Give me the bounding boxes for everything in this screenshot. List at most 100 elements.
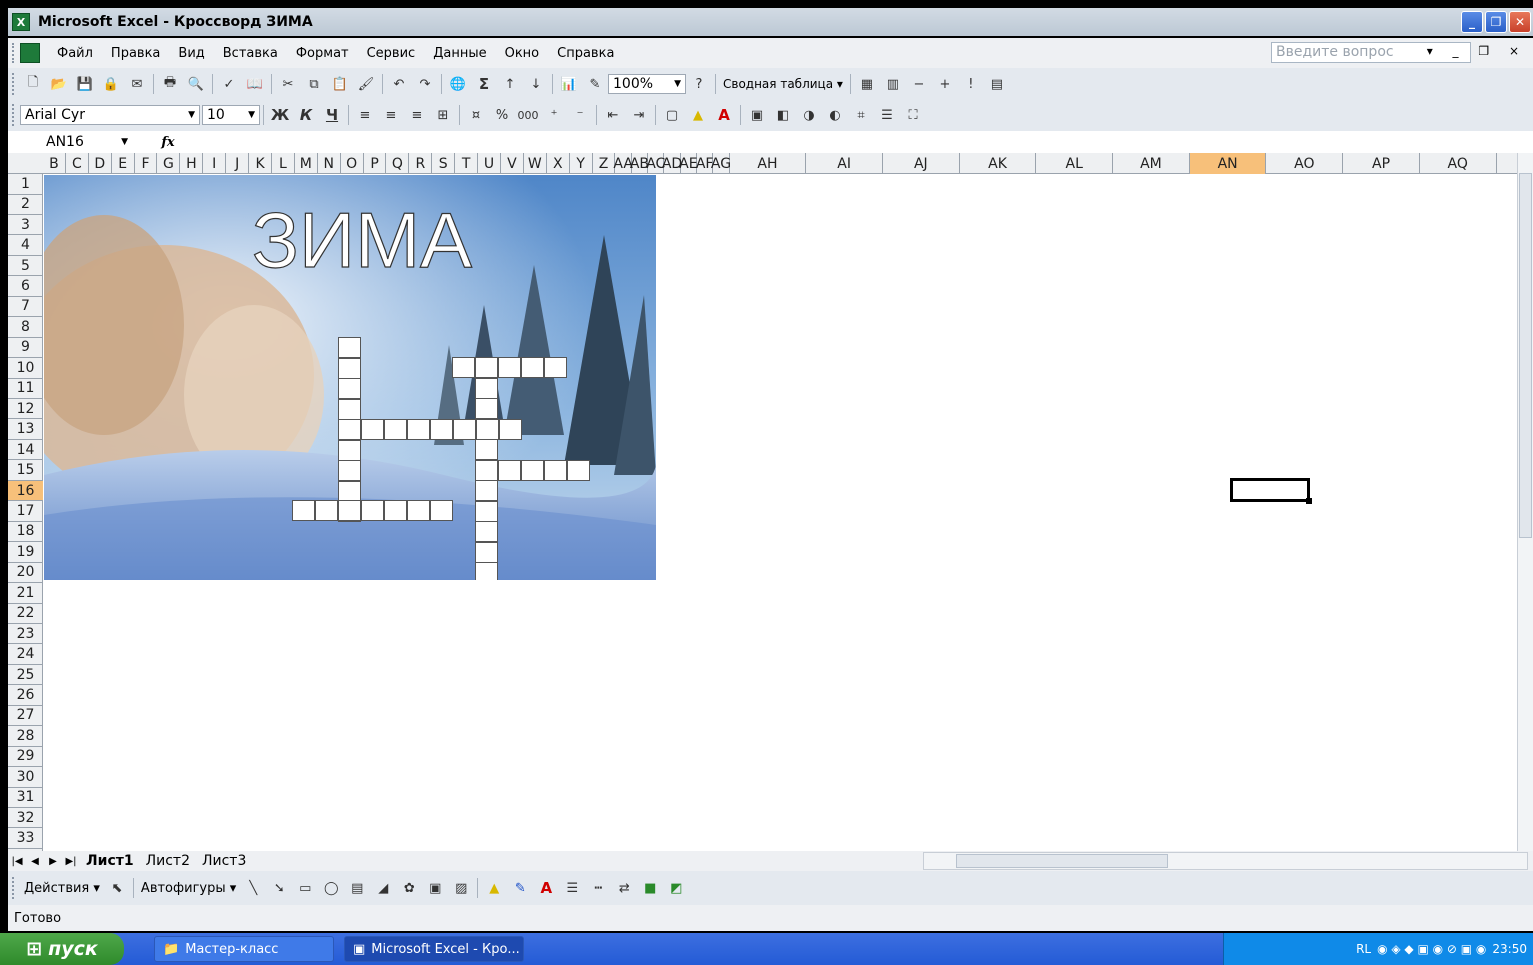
row-header-26[interactable]: 26 xyxy=(8,685,43,706)
hyperlink-icon[interactable]: 🌐 xyxy=(448,74,468,94)
shadow-icon[interactable]: ■ xyxy=(640,878,660,898)
less-contrast-icon[interactable]: ◐ xyxy=(825,105,845,125)
workbook-icon[interactable] xyxy=(20,43,40,63)
row-header-29[interactable]: 29 xyxy=(8,747,43,768)
sheet-tab-1[interactable]: Лист1 xyxy=(80,853,140,869)
row-header-15[interactable]: 15 xyxy=(8,460,43,481)
permission-icon[interactable]: 🔒 xyxy=(101,74,121,94)
sort-ascending-icon[interactable]: ↑ xyxy=(500,74,520,94)
worksheet-grid[interactable]: B C D E F G H I J K L M N O P Q R S T U V W X Y Z AA AB AC AD AE AF AG A… xyxy=(8,153,1533,851)
row-header-16[interactable]: 16 xyxy=(8,480,43,502)
field-settings-icon[interactable]: ▤ xyxy=(987,74,1007,94)
thousands-button[interactable]: 000 xyxy=(518,105,539,125)
textbox-icon[interactable]: ▤ xyxy=(347,878,367,898)
column-header-i[interactable]: I xyxy=(203,153,227,174)
help-icon[interactable]: ? xyxy=(689,74,709,94)
sheet-tab-2[interactable]: Лист2 xyxy=(140,853,196,869)
task-excel[interactable]: ▣ Microsoft Excel - Кро... xyxy=(344,936,524,962)
column-header-r[interactable]: R xyxy=(409,153,433,174)
row-header-23[interactable]: 23 xyxy=(8,624,43,645)
menu-help[interactable]: Справка xyxy=(548,46,623,61)
restore-button[interactable]: ❐ xyxy=(1485,11,1507,33)
font-color-icon[interactable]: A xyxy=(714,105,734,125)
format-picture-icon[interactable]: ⛶ xyxy=(903,105,923,125)
cut-icon[interactable]: ✂ xyxy=(278,74,298,94)
vertical-scrollbar[interactable] xyxy=(1517,153,1533,851)
more-contrast-icon[interactable]: ◑ xyxy=(799,105,819,125)
arrow-style-icon[interactable]: ⇄ xyxy=(614,878,634,898)
zoom-select[interactable]: 100% ▼ xyxy=(608,74,686,94)
pivot-chart-icon[interactable]: ▥ xyxy=(883,74,903,94)
print-icon[interactable]: 🖶 xyxy=(160,74,180,94)
insert-picture-icon[interactable]: ▣ xyxy=(747,105,767,125)
3d-icon[interactable]: ◩ xyxy=(666,878,686,898)
menu-format[interactable]: Формат xyxy=(287,46,358,61)
row-header-19[interactable]: 19 xyxy=(8,542,43,563)
drawing-icon[interactable]: ✎ xyxy=(585,74,605,94)
close-button[interactable]: ✕ xyxy=(1509,11,1531,33)
row-header-20[interactable]: 20 xyxy=(8,563,43,584)
row-header-32[interactable]: 32 xyxy=(8,808,43,829)
minimize-button[interactable]: _ xyxy=(1461,11,1483,33)
borders-icon[interactable]: ▢ xyxy=(662,105,682,125)
start-button[interactable]: ⊞ пуск xyxy=(0,933,124,965)
sheet-tab-3[interactable]: Лист3 xyxy=(196,853,252,869)
column-header-al[interactable]: AL xyxy=(1036,153,1114,174)
column-header-q[interactable]: Q xyxy=(387,153,410,174)
column-header-ae[interactable]: AE xyxy=(679,153,698,174)
line-color-icon[interactable]: ✎ xyxy=(510,878,530,898)
name-box[interactable]: AN16 ▼ xyxy=(8,132,138,152)
row-header-27[interactable]: 27 xyxy=(8,706,43,727)
row-header-5[interactable]: 5 xyxy=(8,256,43,277)
refresh-icon[interactable]: ! xyxy=(961,74,981,94)
save-icon[interactable]: 💾 xyxy=(75,74,95,94)
menu-file[interactable]: Файл xyxy=(48,46,102,61)
row-header-3[interactable]: 3 xyxy=(8,215,43,236)
row-header-8[interactable]: 8 xyxy=(8,317,43,338)
line-icon[interactable]: ╲ xyxy=(243,878,263,898)
diagram-icon[interactable]: ✿ xyxy=(399,878,419,898)
decrease-indent-icon[interactable]: ⇤ xyxy=(603,105,623,125)
row-header-24[interactable]: 24 xyxy=(8,644,43,665)
increase-decimal-icon[interactable]: ⁺ xyxy=(544,105,564,125)
menu-tools[interactable]: Сервис xyxy=(358,46,425,61)
bold-button[interactable]: Ж xyxy=(270,105,290,125)
fill-color-icon[interactable]: ▲ xyxy=(688,105,708,125)
arrow-icon[interactable]: ➘ xyxy=(269,878,289,898)
clipart-icon[interactable]: ▣ xyxy=(425,878,445,898)
align-center-icon[interactable]: ≡ xyxy=(381,105,401,125)
format-painter-icon[interactable]: 🖌 xyxy=(356,74,376,94)
next-sheet-icon[interactable]: ▶ xyxy=(44,856,62,867)
tray-icons[interactable]: ◉ ◈ ◆ ▣ ◉ ⊘ ▣ ◉ xyxy=(1377,942,1486,956)
row-header-12[interactable]: 12 xyxy=(8,399,43,420)
copy-icon[interactable]: ⧉ xyxy=(304,74,324,94)
oval-icon[interactable]: ◯ xyxy=(321,878,341,898)
column-header-u[interactable]: U xyxy=(478,153,501,174)
column-header-x[interactable]: X xyxy=(547,153,570,174)
language-indicator[interactable]: RL xyxy=(1356,942,1371,956)
sort-descending-icon[interactable]: ↓ xyxy=(526,74,546,94)
picture-icon[interactable]: ▨ xyxy=(451,878,471,898)
task-master-class[interactable]: 📁 Мастер-класс xyxy=(154,936,334,962)
column-header-g[interactable]: G xyxy=(158,153,181,174)
row-header-25[interactable]: 25 xyxy=(8,665,43,686)
column-header-an[interactable]: AN xyxy=(1189,153,1267,174)
autosum-icon[interactable]: Σ xyxy=(474,74,494,94)
column-header-ai[interactable]: AI xyxy=(806,153,883,174)
row-header-33[interactable]: 33 xyxy=(8,828,43,849)
column-header-p[interactable]: P xyxy=(364,153,387,174)
format-report-icon[interactable]: ▦ xyxy=(857,74,877,94)
autoshapes-menu[interactable]: Автофигуры ▾ xyxy=(141,881,236,896)
column-header-ao[interactable]: AO xyxy=(1267,153,1344,174)
fill-color-icon[interactable]: ▲ xyxy=(484,878,504,898)
insert-function-button[interactable]: fx xyxy=(138,135,198,150)
row-header-22[interactable]: 22 xyxy=(8,603,43,624)
row-header-31[interactable]: 31 xyxy=(8,788,43,808)
row-header-9[interactable]: 9 xyxy=(8,338,43,359)
font-size-select[interactable]: 10 ▼ xyxy=(202,105,260,125)
row-header-2[interactable]: 2 xyxy=(8,194,43,215)
column-header-am[interactable]: AM xyxy=(1113,153,1190,174)
column-header-z[interactable]: Z xyxy=(593,153,616,174)
redo-icon[interactable]: ↷ xyxy=(415,74,435,94)
currency-icon[interactable]: ¤ xyxy=(466,105,486,125)
